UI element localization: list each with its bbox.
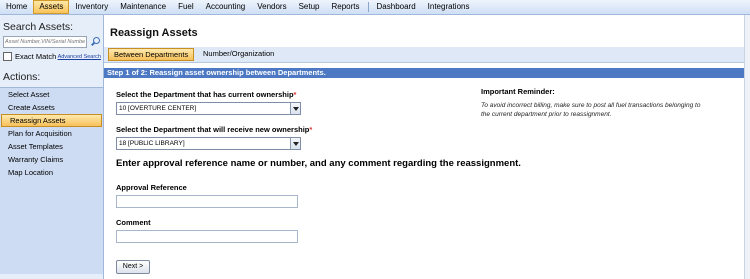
reminder-title: Important Reminder: <box>481 87 555 96</box>
tab-bar: Between Departments Number/Organization <box>104 47 750 63</box>
new-dept-label: Select the Department that will receive … <box>116 125 313 134</box>
nav-integrations[interactable]: Integrations <box>422 0 476 14</box>
approval-reference-input[interactable] <box>116 195 298 208</box>
actions-list: Select Asset Create Assets Reassign Asse… <box>0 88 103 274</box>
search-assets-title: Search Assets: <box>3 21 74 33</box>
nav-setup[interactable]: Setup <box>293 0 326 14</box>
search-icon[interactable] <box>90 37 100 47</box>
current-dept-label: Select the Department that has current o… <box>116 90 297 99</box>
new-dept-value: 18 [PUBLIC LIBRARY] <box>119 140 185 147</box>
exact-match-row: Exact Match Advanced Search <box>0 48 103 61</box>
tab-number-organization[interactable]: Number/Organization <box>198 48 279 60</box>
current-dept-select[interactable]: 10 [OVERTURE CENTER] <box>116 102 301 115</box>
search-row <box>0 33 103 48</box>
action-create-assets[interactable]: Create Assets <box>0 101 103 114</box>
step-indicator: Step 1 of 2: Reassign asset ownership be… <box>104 68 750 78</box>
action-asset-templates[interactable]: Asset Templates <box>0 140 103 153</box>
nav-vendors[interactable]: Vendors <box>251 0 292 14</box>
advanced-search-link[interactable]: Advanced Search <box>58 54 101 60</box>
action-select-asset[interactable]: Select Asset <box>0 88 103 101</box>
nav-reports[interactable]: Reports <box>326 0 366 14</box>
exact-match-checkbox[interactable] <box>3 52 12 61</box>
comment-label: Comment <box>116 218 151 227</box>
chevron-down-icon[interactable] <box>290 138 300 149</box>
nav-accounting[interactable]: Accounting <box>200 0 252 14</box>
sidebar: Search Assets: Exact Match Advanced Sear… <box>0 15 104 279</box>
page-title: Reassign Assets <box>110 27 198 39</box>
nav-inventory[interactable]: Inventory <box>69 0 114 14</box>
action-warranty-claims[interactable]: Warranty Claims <box>0 153 103 166</box>
nav-fuel[interactable]: Fuel <box>172 0 200 14</box>
top-navigation: Home Assets Inventory Maintenance Fuel A… <box>0 0 750 15</box>
nav-separator <box>367 2 369 12</box>
exact-match-label: Exact Match <box>15 52 57 61</box>
action-reassign-assets[interactable]: Reassign Assets <box>1 114 102 127</box>
nav-maintenance[interactable]: Maintenance <box>114 0 172 14</box>
asset-search-input[interactable] <box>3 36 87 48</box>
nav-dashboard[interactable]: Dashboard <box>371 0 422 14</box>
current-dept-value: 10 [OVERTURE CENTER] <box>119 105 197 112</box>
chevron-down-icon[interactable] <box>290 103 300 114</box>
vertical-scrollbar[interactable] <box>744 15 750 279</box>
tab-between-departments[interactable]: Between Departments <box>108 48 195 61</box>
next-button[interactable]: Next > <box>116 260 150 274</box>
approval-reference-label: Approval Reference <box>116 183 187 192</box>
required-mark: * <box>293 90 297 99</box>
nav-home[interactable]: Home <box>0 0 33 14</box>
main-content: Reassign Assets Between Departments Numb… <box>104 15 750 279</box>
reminder-text: To avoid incorrect billing, make sure to… <box>481 102 701 118</box>
actions-title: Actions: <box>0 61 103 88</box>
action-plan-for-acquisition[interactable]: Plan for Acquisition <box>0 127 103 140</box>
required-mark: * <box>309 125 313 134</box>
action-map-location[interactable]: Map Location <box>0 166 103 179</box>
nav-assets[interactable]: Assets <box>33 0 70 14</box>
new-dept-select[interactable]: 18 [PUBLIC LIBRARY] <box>116 137 301 150</box>
approval-heading: Enter approval reference name or number,… <box>116 158 521 169</box>
comment-input[interactable] <box>116 230 298 243</box>
